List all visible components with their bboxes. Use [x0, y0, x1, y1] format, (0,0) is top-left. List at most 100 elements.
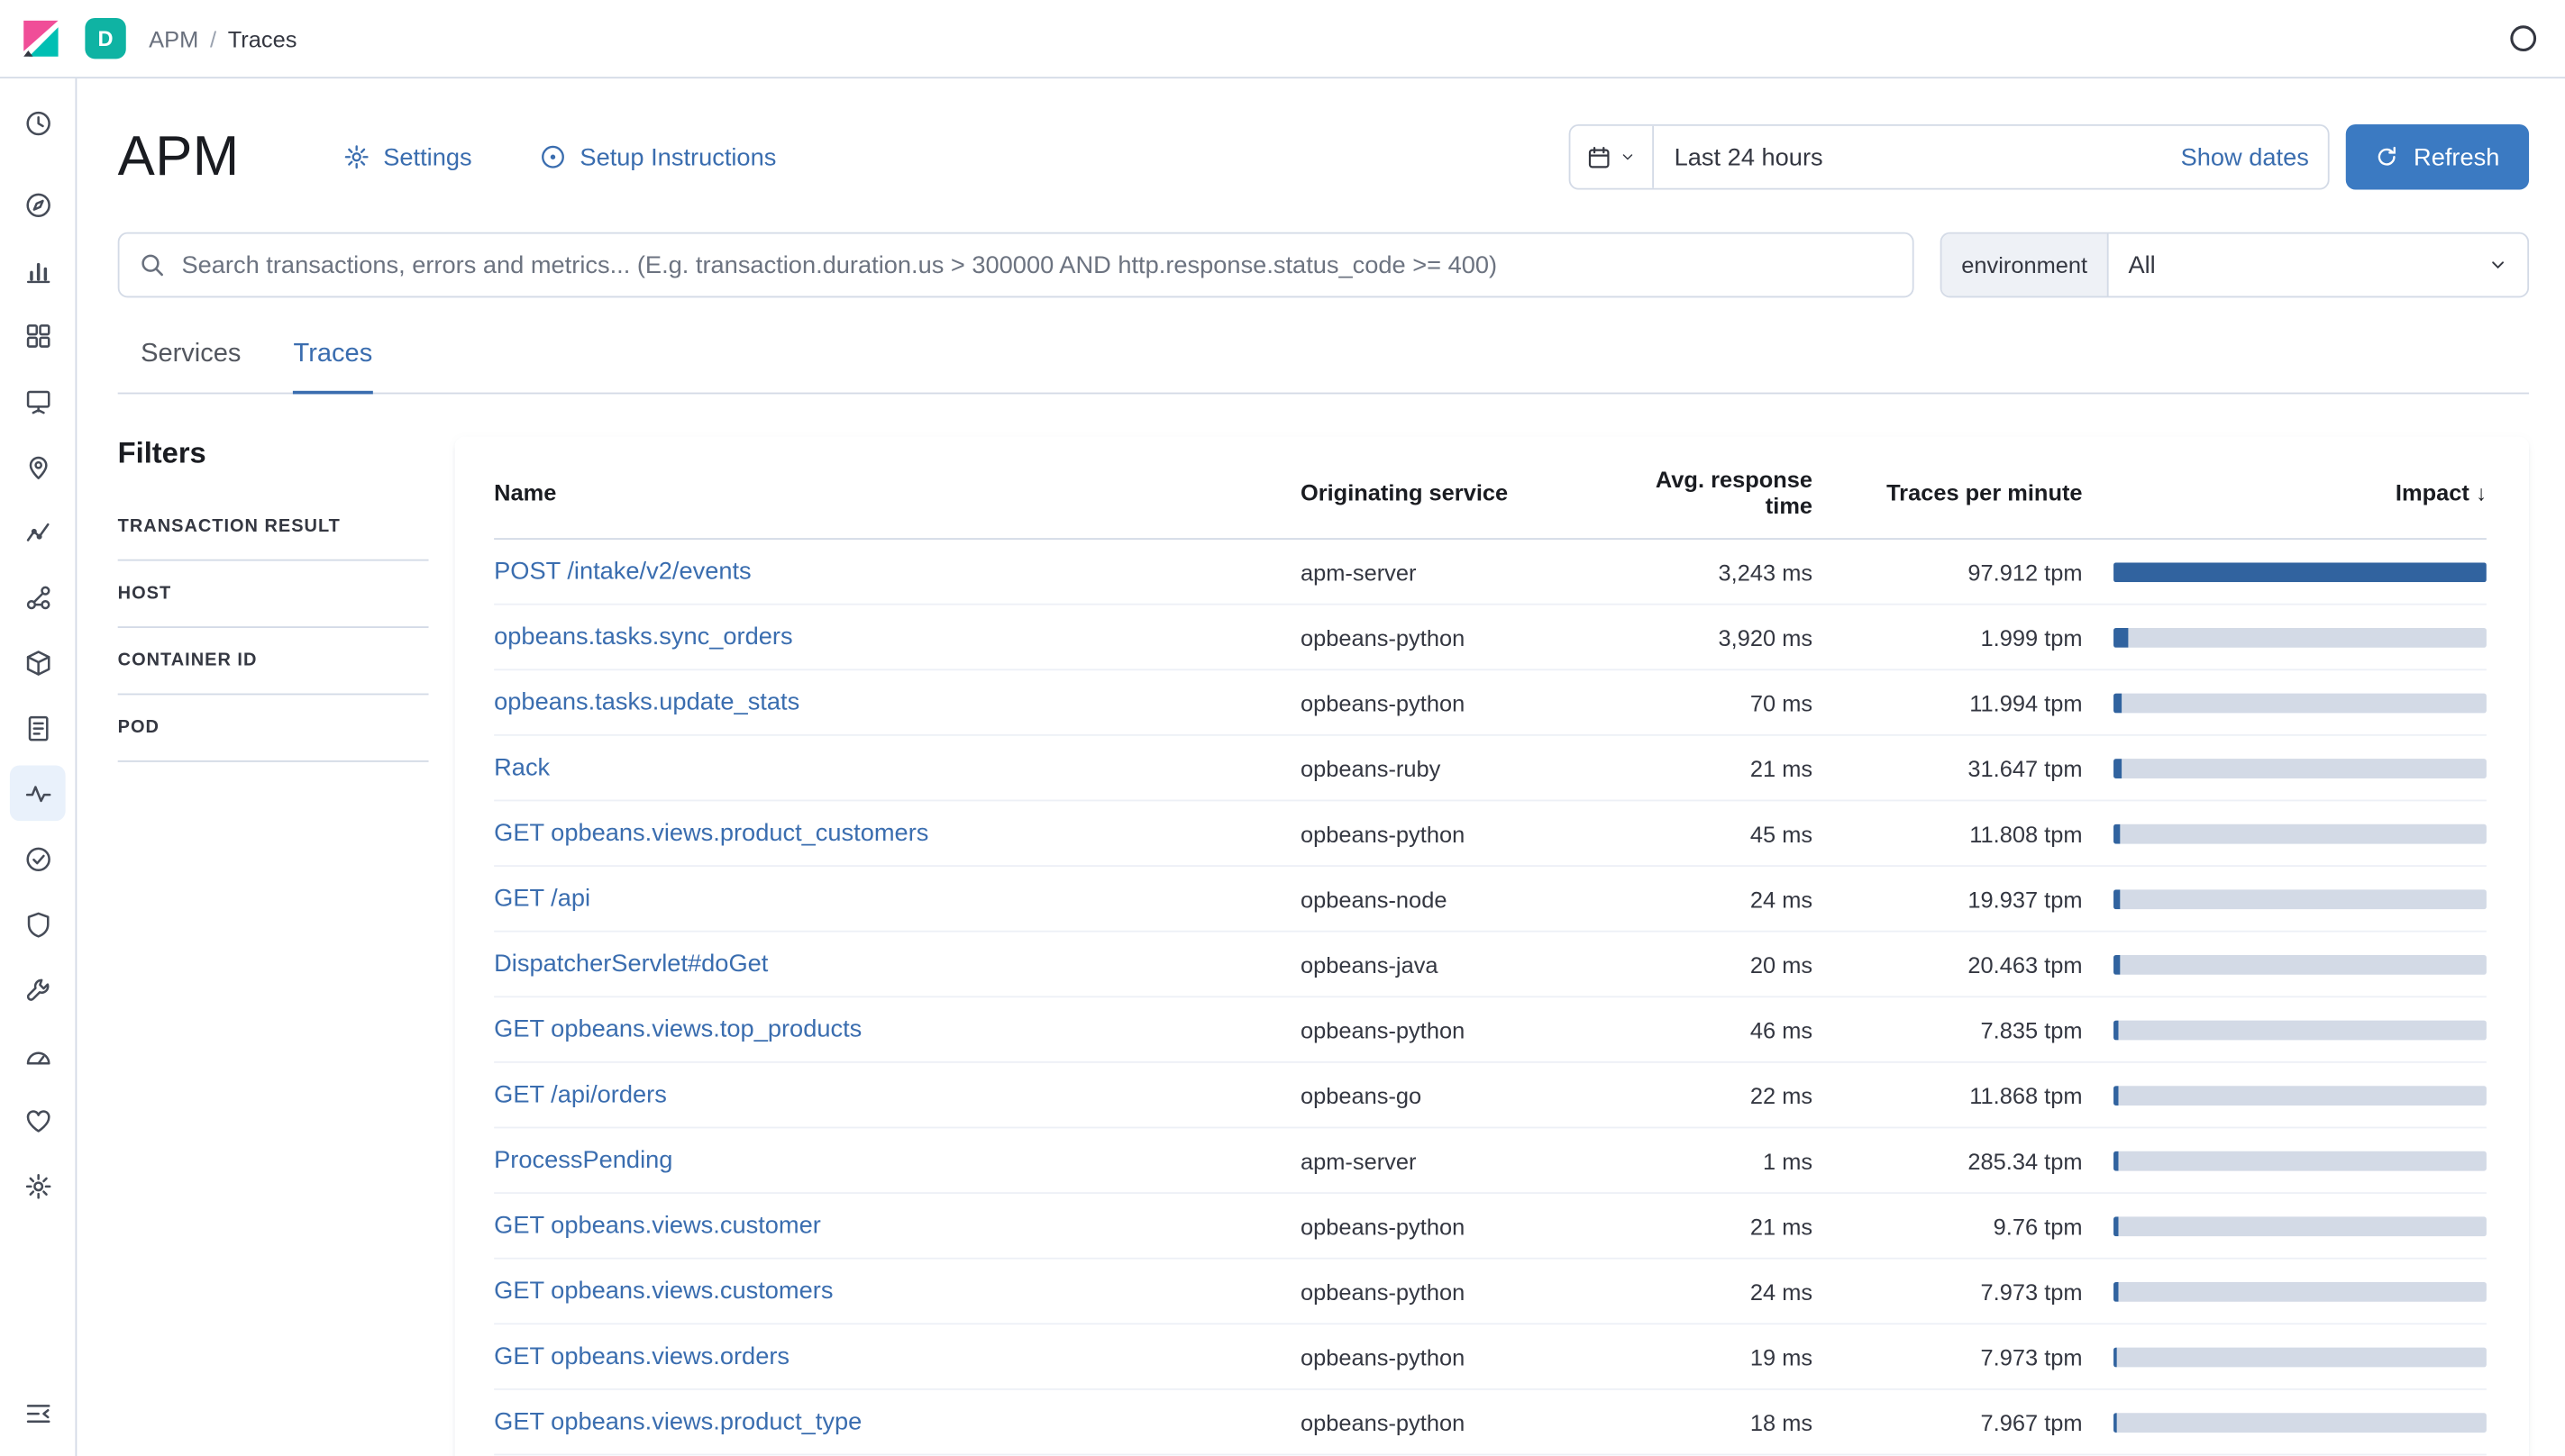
nav-metrics[interactable] [10, 1027, 66, 1083]
nav-machine-learning[interactable] [10, 504, 66, 560]
traces-per-minute-value: 7.835 tpm [1812, 1016, 2082, 1042]
setup-instructions-link[interactable]: Setup Instructions [541, 143, 777, 171]
environment-value[interactable]: All [2109, 234, 2528, 296]
table-row[interactable]: opbeans.tasks.sync_orders opbeans-python… [494, 605, 2487, 671]
trace-name-link[interactable]: ProcessPending [494, 1146, 672, 1174]
trace-name-link[interactable]: GET opbeans.views.orders [494, 1342, 790, 1370]
trace-name-link[interactable]: GET /api [494, 885, 590, 913]
kibana-logo[interactable] [20, 17, 62, 59]
trace-name-link[interactable]: GET opbeans.views.customer [494, 1212, 821, 1240]
table-row[interactable]: GET /api/orders opbeans-go 22 ms 11.868 … [494, 1063, 2487, 1129]
nav-apm[interactable] [10, 765, 66, 821]
impact-bar [2113, 1412, 2487, 1432]
column-traces-per-minute[interactable]: Traces per minute [1812, 479, 2082, 505]
traces-per-minute-value: 9.76 tpm [1812, 1213, 2082, 1239]
table-row[interactable]: Rack opbeans-ruby 21 ms 31.647 tpm [494, 736, 2487, 802]
table-row[interactable]: GET opbeans.views.customers opbeans-pyth… [494, 1260, 2487, 1325]
nav-dashboard[interactable] [10, 307, 66, 363]
originating-service-value: opbeans-python [1301, 1278, 1603, 1304]
trace-name-link[interactable]: opbeans.tasks.sync_orders [494, 623, 792, 651]
filters-panel: Filters TRANSACTION RESULT HOST CONTAINE… [118, 437, 455, 762]
column-impact[interactable]: Impact ↓ [2083, 479, 2487, 505]
filter-section[interactable]: POD [118, 695, 429, 761]
impact-bar-fill [2113, 1151, 2118, 1170]
column-name[interactable]: Name [494, 479, 1301, 505]
trace-name-link[interactable]: GET opbeans.views.customers [494, 1278, 833, 1306]
avg-response-time-value: 3,243 ms [1603, 559, 1812, 585]
filter-section[interactable]: HOST [118, 561, 429, 628]
table-row[interactable]: GET opbeans.views.customer opbeans-pytho… [494, 1194, 2487, 1260]
filter-section[interactable]: CONTAINER ID [118, 628, 429, 695]
settings-label: Settings [383, 143, 471, 171]
kibana-window: D APM / Traces [0, 0, 2565, 1456]
trace-name-link[interactable]: GET opbeans.views.top_products [494, 1015, 862, 1043]
tab-traces[interactable]: Traces [294, 341, 373, 395]
impact-bar-fill [2113, 627, 2129, 647]
easel-icon [23, 387, 51, 414]
originating-service-value: opbeans-python [1301, 1016, 1603, 1042]
date-picker-calendar-button[interactable] [1571, 126, 1655, 188]
originating-service-value: opbeans-node [1301, 886, 1603, 912]
nav-graph[interactable] [10, 569, 66, 625]
column-originating-service[interactable]: Originating service [1301, 479, 1603, 505]
filter-section-label: HOST [118, 584, 171, 604]
nav-canvas[interactable] [10, 373, 66, 429]
trace-name-link[interactable]: DispatcherServlet#doGet [494, 951, 768, 978]
breadcrumb-separator: / [210, 25, 216, 51]
table-row[interactable]: opbeans.tasks.update_stats opbeans-pytho… [494, 670, 2487, 736]
column-avg-response-time[interactable]: Avg. response time [1603, 466, 1812, 518]
table-row[interactable]: GET /api opbeans-node 24 ms 19.937 tpm [494, 867, 2487, 933]
shield-icon [23, 910, 51, 938]
nav-uptime[interactable] [10, 831, 66, 887]
search-input[interactable] [181, 251, 1893, 279]
impact-bar [2113, 1347, 2487, 1367]
avg-response-time-value: 46 ms [1603, 1016, 1812, 1042]
settings-link[interactable]: Settings [344, 143, 472, 171]
table-row[interactable]: DispatcherServlet#doGet opbeans-java 20 … [494, 933, 2487, 998]
nav-enterprise-search[interactable] [10, 634, 66, 690]
bar-chart-icon [23, 256, 51, 284]
nav-dev-tools[interactable] [10, 961, 66, 1017]
originating-service-value: opbeans-go [1301, 1082, 1603, 1108]
trace-name-link[interactable]: GET opbeans.views.product_customers [494, 819, 928, 847]
traces-per-minute-value: 20.463 tpm [1812, 951, 2082, 977]
filter-section[interactable]: TRANSACTION RESULT [118, 494, 429, 560]
search-bar[interactable] [118, 232, 1914, 298]
avg-response-time-value: 24 ms [1603, 1278, 1812, 1304]
show-dates-link[interactable]: Show dates [2161, 143, 2329, 171]
nav-siem[interactable] [10, 896, 66, 952]
impact-bar-fill [2113, 1020, 2119, 1040]
table-row[interactable]: GET opbeans.views.product_type opbeans-p… [494, 1390, 2487, 1456]
nav-collapse[interactable] [10, 1385, 66, 1441]
nav-management[interactable] [10, 1158, 66, 1214]
table-row[interactable]: GET opbeans.views.top_products opbeans-p… [494, 997, 2487, 1063]
breadcrumb-apm[interactable]: APM [149, 25, 198, 51]
refresh-button[interactable]: Refresh [2347, 124, 2529, 190]
nav-logs[interactable] [10, 700, 66, 756]
nav-discover[interactable] [10, 177, 66, 232]
table-row[interactable]: ProcessPending apm-server 1 ms 285.34 tp… [494, 1128, 2487, 1194]
setup-instructions-icon [541, 144, 567, 170]
nav-visualize[interactable] [10, 242, 66, 298]
filters-title: Filters [118, 437, 455, 471]
nav-monitoring[interactable] [10, 1092, 66, 1148]
newsfeed-icon[interactable] [2507, 23, 2538, 53]
nav-maps[interactable] [10, 438, 66, 494]
nav-recently-viewed[interactable] [10, 95, 66, 150]
space-avatar[interactable]: D [85, 18, 125, 59]
table-row[interactable]: GET opbeans.views.orders opbeans-python … [494, 1324, 2487, 1390]
trace-name-link[interactable]: opbeans.tasks.update_stats [494, 688, 799, 716]
table-row[interactable]: GET opbeans.views.product_customers opbe… [494, 801, 2487, 867]
compass-icon [23, 190, 51, 218]
impact-bar [2113, 824, 2487, 843]
table-row[interactable]: POST /intake/v2/events apm-server 3,243 … [494, 540, 2487, 605]
trace-name-link[interactable]: GET opbeans.views.product_type [494, 1408, 862, 1436]
trace-name-link[interactable]: GET /api/orders [494, 1081, 667, 1109]
trace-name-link[interactable]: Rack [494, 754, 550, 782]
breadcrumb: APM / Traces [149, 25, 297, 51]
trace-name-link[interactable]: POST /intake/v2/events [494, 558, 752, 586]
time-range-value[interactable]: Last 24 hours [1655, 143, 2161, 171]
calendar-icon [1587, 145, 1611, 169]
avg-response-time-value: 1 ms [1603, 1147, 1812, 1173]
tab-services[interactable]: Services [141, 341, 241, 393]
